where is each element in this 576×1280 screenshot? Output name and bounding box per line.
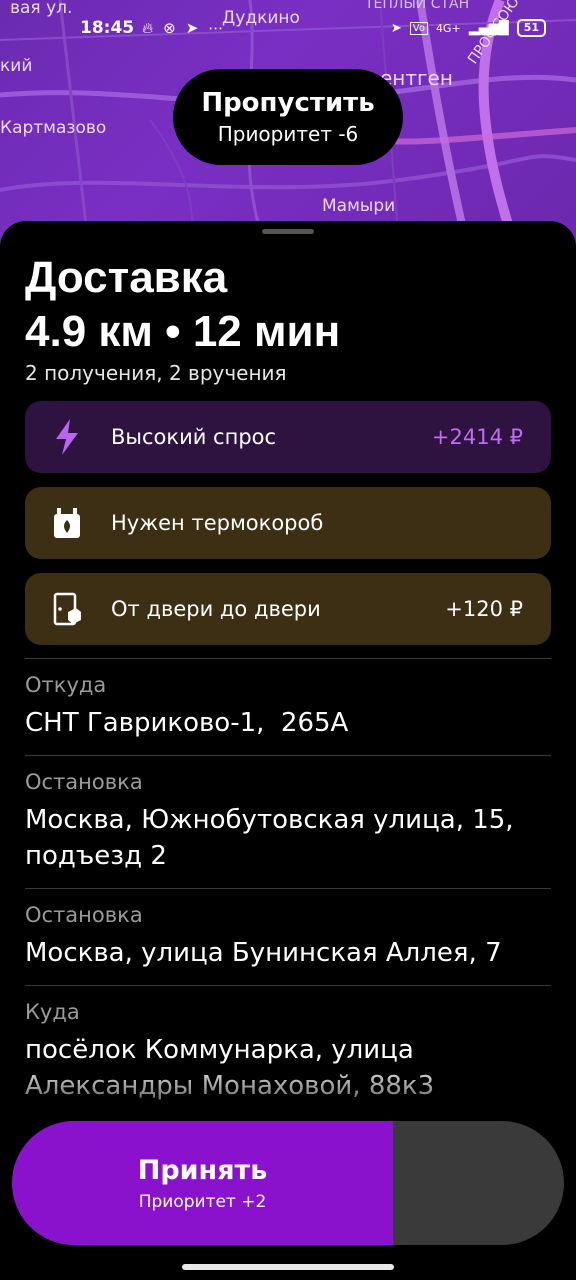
sheet-drag-handle[interactable] bbox=[262, 229, 314, 234]
thermobox-label: Нужен термокороб bbox=[111, 511, 324, 535]
door-icon bbox=[51, 591, 83, 627]
stop-label: Остановка bbox=[25, 903, 143, 927]
app-icon: ⊗ bbox=[163, 19, 176, 37]
high-demand-bonus: +2414 ₽ bbox=[431, 425, 523, 449]
more-icon: ⋯ bbox=[208, 19, 224, 37]
high-demand-label: Высокий спрос bbox=[111, 425, 277, 449]
high-demand-card[interactable]: Высокий спрос +2414 ₽ bbox=[25, 401, 551, 473]
stop-label: Куда bbox=[25, 1000, 80, 1024]
network-label: 4G+ bbox=[435, 21, 461, 35]
stop-label: Откуда bbox=[25, 673, 107, 697]
battery-icon: 51 bbox=[516, 19, 546, 37]
thermobox-icon bbox=[51, 505, 83, 541]
skip-title: Пропустить bbox=[201, 88, 375, 118]
accept-button[interactable]: Принять Приоритет +2 bbox=[12, 1121, 564, 1245]
order-counts: 2 получения, 2 вручения bbox=[25, 361, 287, 385]
skip-button[interactable]: Пропустить Приоритет -6 bbox=[173, 69, 403, 165]
stop-address: Москва, улица Бунинская Аллея, 7 bbox=[25, 938, 502, 968]
map-label: Картмазово bbox=[0, 118, 107, 138]
telegram-icon: ➤ bbox=[185, 19, 199, 37]
location-icon: ➤ bbox=[390, 20, 402, 36]
route-stop[interactable]: Остановка Москва, Южнобутовская улица, 1… bbox=[25, 755, 551, 888]
stop-address: Москва, Южнобутовская улица, 15, подъезд… bbox=[25, 805, 514, 871]
map-label: Мамыри bbox=[322, 196, 396, 216]
accept-title: Принять bbox=[137, 1154, 268, 1186]
skip-priority: Приоритет -6 bbox=[217, 122, 359, 146]
door-to-door-bonus: +120 ₽ bbox=[445, 597, 523, 621]
volte-icon: Vo bbox=[409, 21, 428, 35]
order-summary: 4.9 км • 12 мин bbox=[25, 307, 341, 356]
home-indicator[interactable] bbox=[182, 1264, 394, 1270]
door-to-door-label: От двери до двери bbox=[111, 597, 321, 621]
stop-address: СНТ Гавриково-1, 265А bbox=[25, 708, 349, 738]
route-stop[interactable]: Остановка Москва, улица Бунинская Аллея,… bbox=[25, 888, 551, 985]
route-stops: Откуда СНТ Гавриково-1, 265А Остановка М… bbox=[25, 658, 551, 1118]
stop-label: Остановка bbox=[25, 770, 143, 794]
flame-icon: 🔥︎ bbox=[142, 19, 154, 37]
status-time: 18:45 bbox=[80, 18, 135, 38]
door-to-door-card[interactable]: От двери до двери +120 ₽ bbox=[25, 573, 551, 645]
status-bar: 18:45 🔥︎ ⊗ ➤ ⋯ ➤ Vo 4G+ ▂▄▆█ 51 bbox=[0, 0, 576, 56]
route-stop[interactable]: Откуда СНТ Гавриково-1, 265А bbox=[25, 658, 551, 755]
scroll-fade bbox=[0, 1060, 576, 1120]
thermobox-card[interactable]: Нужен термокороб bbox=[25, 487, 551, 559]
order-title: Доставка bbox=[25, 253, 228, 302]
lightning-icon bbox=[51, 419, 83, 455]
map-label: кий bbox=[0, 56, 33, 76]
signal-icon: ▂▄▆█ bbox=[468, 20, 509, 36]
accept-priority: Приоритет +2 bbox=[138, 1191, 267, 1212]
